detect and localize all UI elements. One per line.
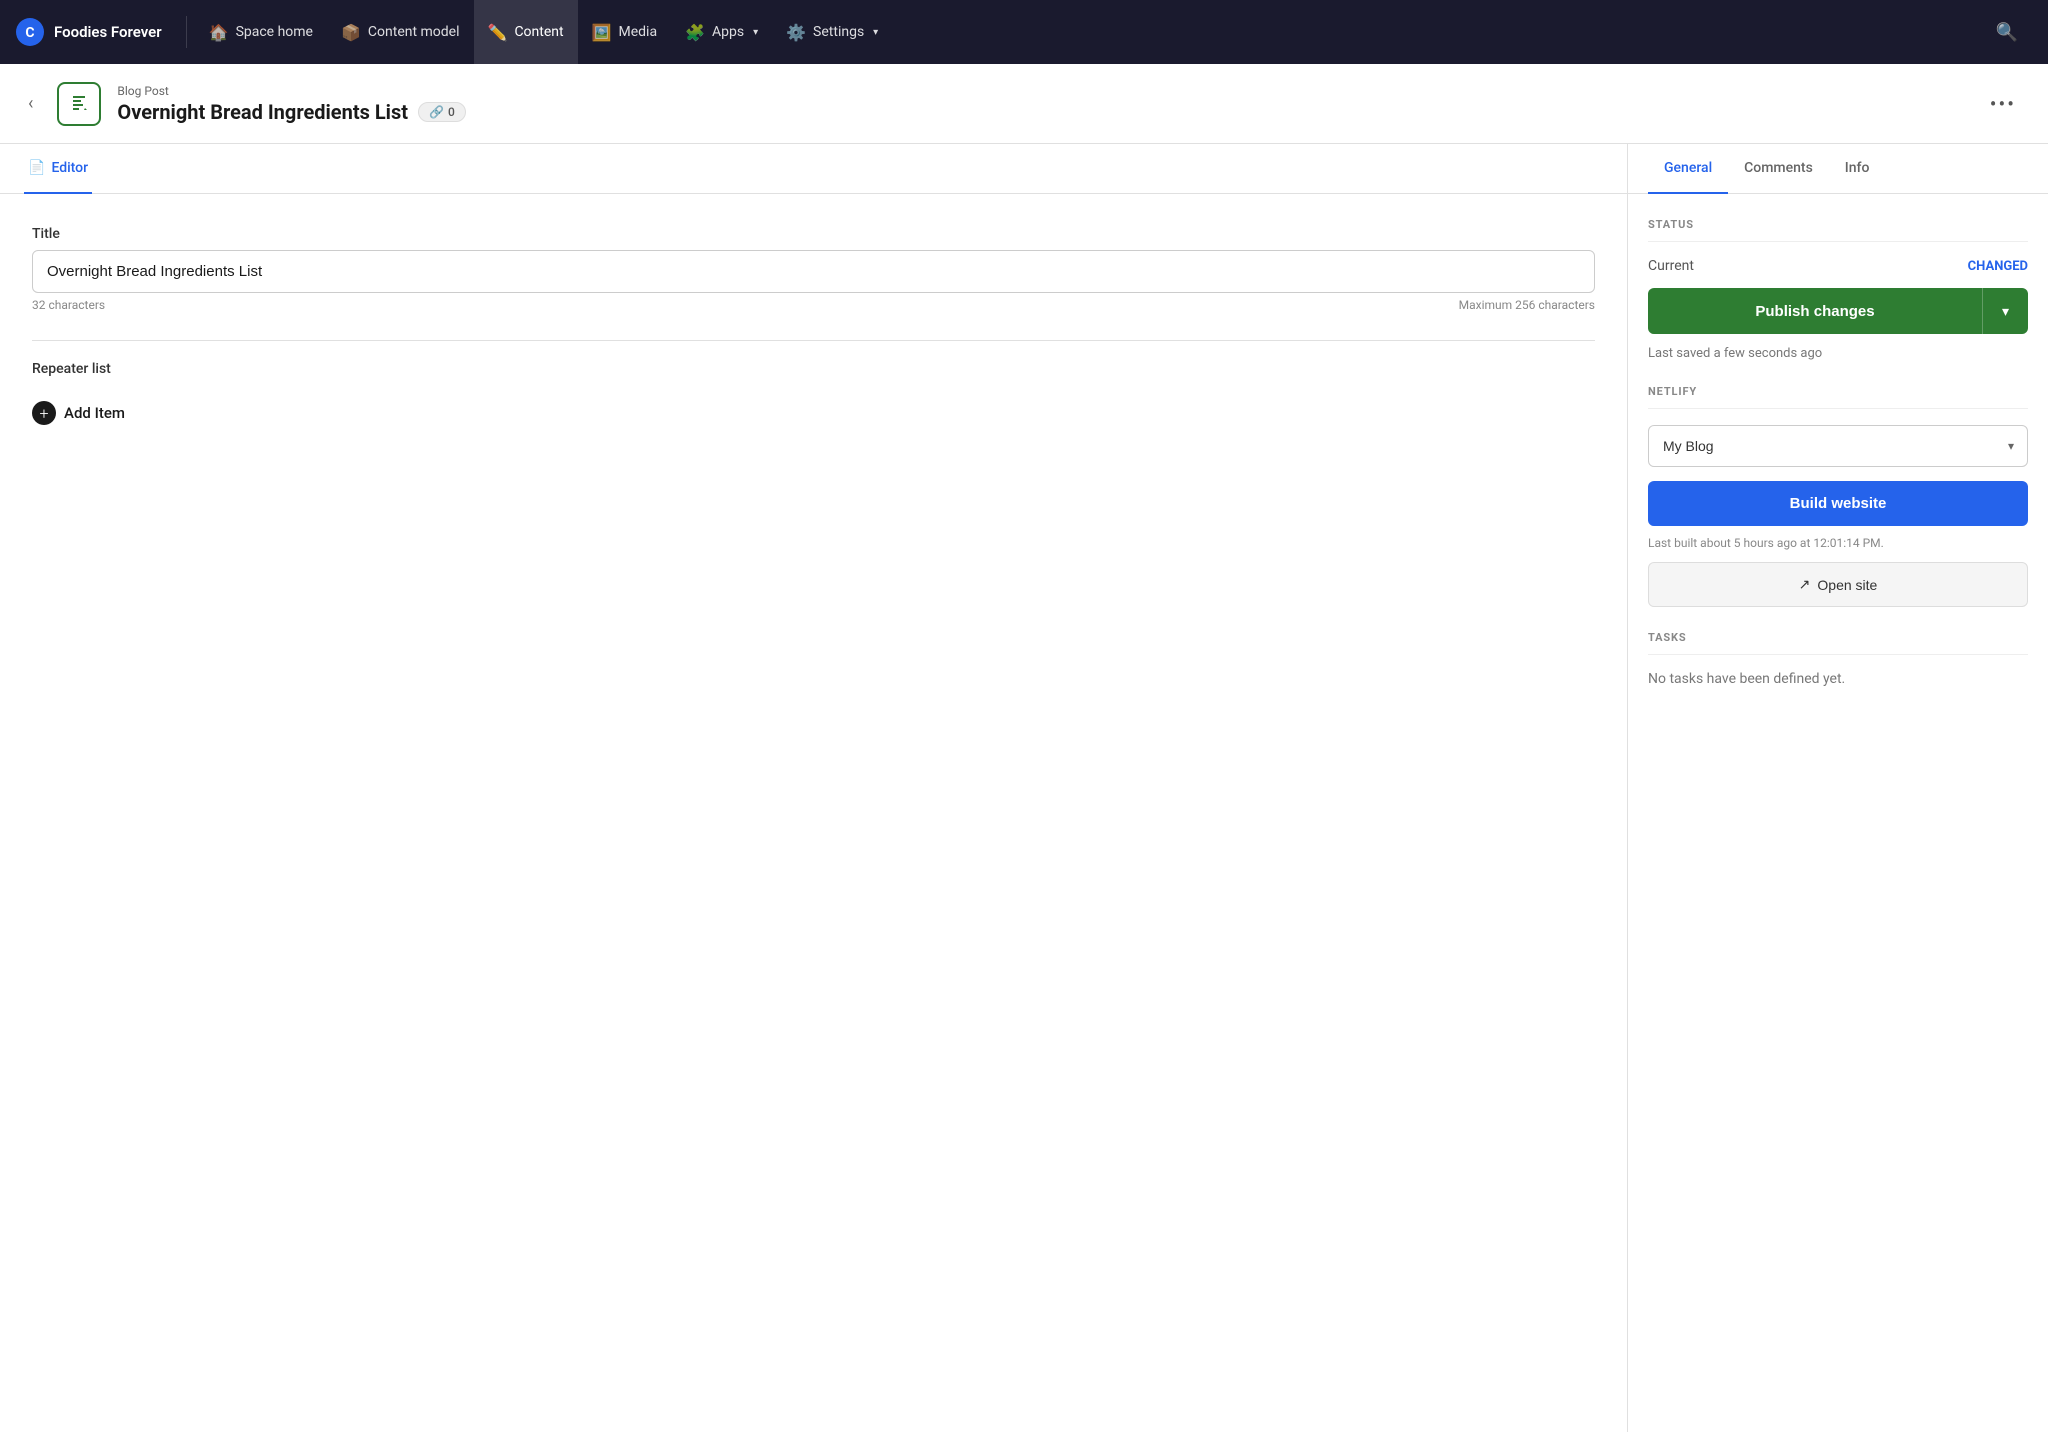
entry-title: Overnight Bread Ingredients List 🔗 0 (117, 100, 1961, 124)
content-icon: ✏️ (488, 23, 508, 42)
editor-panel: 📄 Editor Title 32 characters Maximum 256… (0, 144, 1628, 1432)
link-count: 0 (448, 105, 455, 119)
nav-item-content[interactable]: ✏️ Content (474, 0, 578, 64)
netlify-section: NETLIFY My Blog ▾ Build website Last bui… (1648, 385, 2028, 607)
right-panel: General Comments Info STATUS Current CHA… (1628, 144, 2048, 1432)
plus-circle-icon: + (32, 401, 56, 425)
link-icon: 🔗 (429, 105, 444, 119)
last-built-text: Last built about 5 hours ago at 12:01:14… (1648, 536, 2028, 550)
more-menu-button[interactable]: ••• (1978, 84, 2028, 124)
editor-content: Title 32 characters Maximum 256 characte… (0, 194, 1627, 465)
entry-title-text: Overnight Bread Ingredients List (117, 100, 408, 124)
nav-label-media: Media (619, 24, 658, 40)
status-changed-badge: CHANGED (1968, 259, 2028, 274)
media-icon: 🖼️ (592, 23, 612, 42)
status-section-header: STATUS (1648, 218, 2028, 242)
editor-tabs-bar: 📄 Editor (0, 144, 1627, 194)
right-content: STATUS Current CHANGED Publish changes ▾… (1628, 194, 2048, 711)
nav-label-content: Content (514, 24, 563, 40)
nav-divider (186, 16, 187, 48)
build-website-button[interactable]: Build website (1648, 481, 2028, 526)
home-icon: 🏠 (209, 23, 229, 42)
tasks-section-header: TASKS (1648, 631, 2028, 655)
tab-editor[interactable]: 📄 Editor (24, 144, 92, 194)
tab-comments-label: Comments (1744, 160, 1813, 176)
brand-name: Foodies Forever (54, 23, 162, 41)
external-link-icon: ↗ (1799, 576, 1811, 593)
open-site-button[interactable]: ↗ Open site (1648, 562, 2028, 607)
netlify-select-wrapper: My Blog ▾ (1648, 425, 2028, 467)
page-header: ‹ Blog Post Overnight Bread Ingredients … (0, 64, 2048, 144)
add-item-button[interactable]: + Add Item (32, 393, 1595, 433)
search-button[interactable]: 🔍 (1982, 22, 2032, 43)
nav-label-content-model: Content model (368, 24, 460, 40)
last-saved-text: Last saved a few seconds ago (1648, 346, 2028, 361)
open-site-label: Open site (1817, 577, 1877, 593)
header-text: Blog Post Overnight Bread Ingredients Li… (117, 84, 1961, 124)
content-model-icon: 📦 (341, 23, 361, 42)
build-website-label: Build website (1790, 495, 1887, 512)
title-field-meta: 32 characters Maximum 256 characters (32, 298, 1595, 312)
nav-label-apps: Apps (712, 24, 744, 40)
char-count: 32 characters (32, 298, 105, 312)
tab-info-label: Info (1845, 160, 1870, 176)
status-row: Current CHANGED (1648, 258, 2028, 274)
settings-icon: ⚙️ (786, 23, 806, 42)
editor-tab-icon: 📄 (28, 160, 45, 176)
link-badge[interactable]: 🔗 0 (418, 102, 466, 122)
content-type-label: Blog Post (117, 84, 1961, 98)
publish-button-label: Publish changes (1648, 288, 1982, 334)
netlify-blog-select[interactable]: My Blog (1648, 425, 2028, 467)
brand-logo[interactable]: C Foodies Forever (16, 18, 162, 46)
apps-icon: 🧩 (685, 23, 705, 42)
right-tabs-bar: General Comments Info (1628, 144, 2048, 194)
nav-item-content-model[interactable]: 📦 Content model (327, 0, 474, 64)
publish-dropdown-chevron-icon[interactable]: ▾ (1982, 288, 2028, 334)
tab-info[interactable]: Info (1829, 144, 1886, 194)
title-field-group: Title 32 characters Maximum 256 characte… (32, 226, 1595, 312)
main-area: 📄 Editor Title 32 characters Maximum 256… (0, 144, 2048, 1432)
nav-item-media[interactable]: 🖼️ Media (578, 0, 671, 64)
nav-item-settings[interactable]: ⚙️ Settings ▾ (772, 0, 892, 64)
apps-chevron-icon: ▾ (753, 27, 758, 38)
nav-item-space-home[interactable]: 🏠 Space home (195, 0, 327, 64)
tab-general[interactable]: General (1648, 144, 1728, 194)
repeater-section: Repeater list + Add Item (32, 340, 1595, 433)
back-button[interactable]: ‹ (20, 85, 41, 122)
max-chars: Maximum 256 characters (1459, 298, 1595, 312)
tab-editor-label: Editor (51, 160, 88, 176)
nav-item-apps[interactable]: 🧩 Apps ▾ (671, 0, 772, 64)
settings-chevron-icon: ▾ (873, 27, 878, 38)
no-tasks-text: No tasks have been defined yet. (1648, 671, 2028, 687)
nav-label-space-home: Space home (236, 24, 313, 40)
content-type-icon (57, 82, 101, 126)
tab-comments[interactable]: Comments (1728, 144, 1829, 194)
status-current-label: Current (1648, 258, 1694, 274)
top-navigation: C Foodies Forever 🏠 Space home 📦 Content… (0, 0, 2048, 64)
nav-label-settings: Settings (813, 24, 864, 40)
repeater-label: Repeater list (32, 361, 1595, 377)
title-field-label: Title (32, 226, 1595, 242)
publish-button[interactable]: Publish changes ▾ (1648, 288, 2028, 334)
netlify-section-header: NETLIFY (1648, 385, 2028, 409)
svg-text:C: C (25, 25, 34, 41)
title-field-input[interactable] (32, 250, 1595, 293)
tasks-section: TASKS No tasks have been defined yet. (1648, 631, 2028, 687)
tab-general-label: General (1664, 160, 1712, 176)
add-item-label: Add Item (64, 404, 125, 422)
